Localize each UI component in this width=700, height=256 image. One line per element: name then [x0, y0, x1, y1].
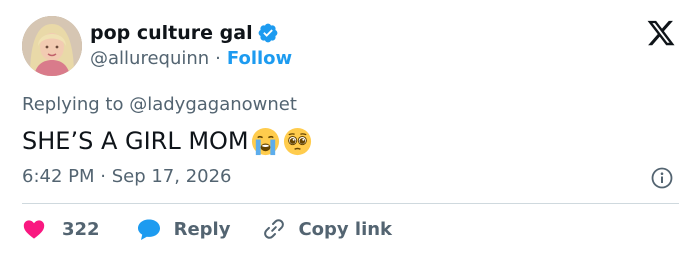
timestamp-separator: ·: [94, 166, 112, 187]
copy-link-label: Copy link: [298, 218, 393, 240]
x-logo-icon[interactable]: [646, 18, 676, 48]
tweet-text: SHE’S A GIRL MOM: [22, 124, 313, 158]
action-bar: 322 Reply Copy link: [22, 214, 392, 244]
link-icon: [264, 219, 285, 239]
author-name-row: pop culture gal: [90, 20, 279, 46]
like-button[interactable]: 322: [22, 217, 136, 241]
verified-badge-icon: [258, 23, 277, 43]
tweet-text-content: SHE’S A GIRL MOM: [22, 127, 249, 155]
reply-context: Replying to @ladygaganownet: [22, 94, 297, 115]
author-avatar[interactable]: [22, 16, 82, 76]
info-icon[interactable]: [650, 166, 674, 190]
reply-button[interactable]: Reply: [136, 217, 263, 241]
author-handle[interactable]: @allurequinn: [90, 48, 209, 69]
author-handle-row: @allurequinn · Follow: [90, 48, 292, 69]
loudly-crying-face-icon: [250, 126, 281, 157]
heart-icon: [23, 220, 45, 239]
timestamp-time[interactable]: 6:42 PM: [22, 166, 95, 187]
tweet-card: pop culture gal @allurequinn · Follow Re…: [0, 0, 700, 256]
reply-context-prefix: Replying to: [22, 94, 130, 115]
reply-context-handle[interactable]: @ladygaganownet: [129, 94, 297, 115]
timestamp-date[interactable]: Sep 17, 2026: [112, 166, 232, 187]
author-display-name[interactable]: pop culture gal: [90, 22, 253, 44]
pleading-face-icon: [282, 126, 313, 157]
reply-label: Reply: [173, 218, 231, 240]
like-count: 322: [62, 218, 100, 240]
copy-link-button[interactable]: Copy link: [262, 217, 392, 241]
divider: [22, 203, 679, 204]
tweet-timestamp: 6:42 PM · Sep 17, 2026: [22, 166, 232, 187]
handle-separator: ·: [215, 48, 221, 69]
follow-button[interactable]: Follow: [227, 48, 292, 69]
reply-bubble-icon: [137, 219, 160, 240]
